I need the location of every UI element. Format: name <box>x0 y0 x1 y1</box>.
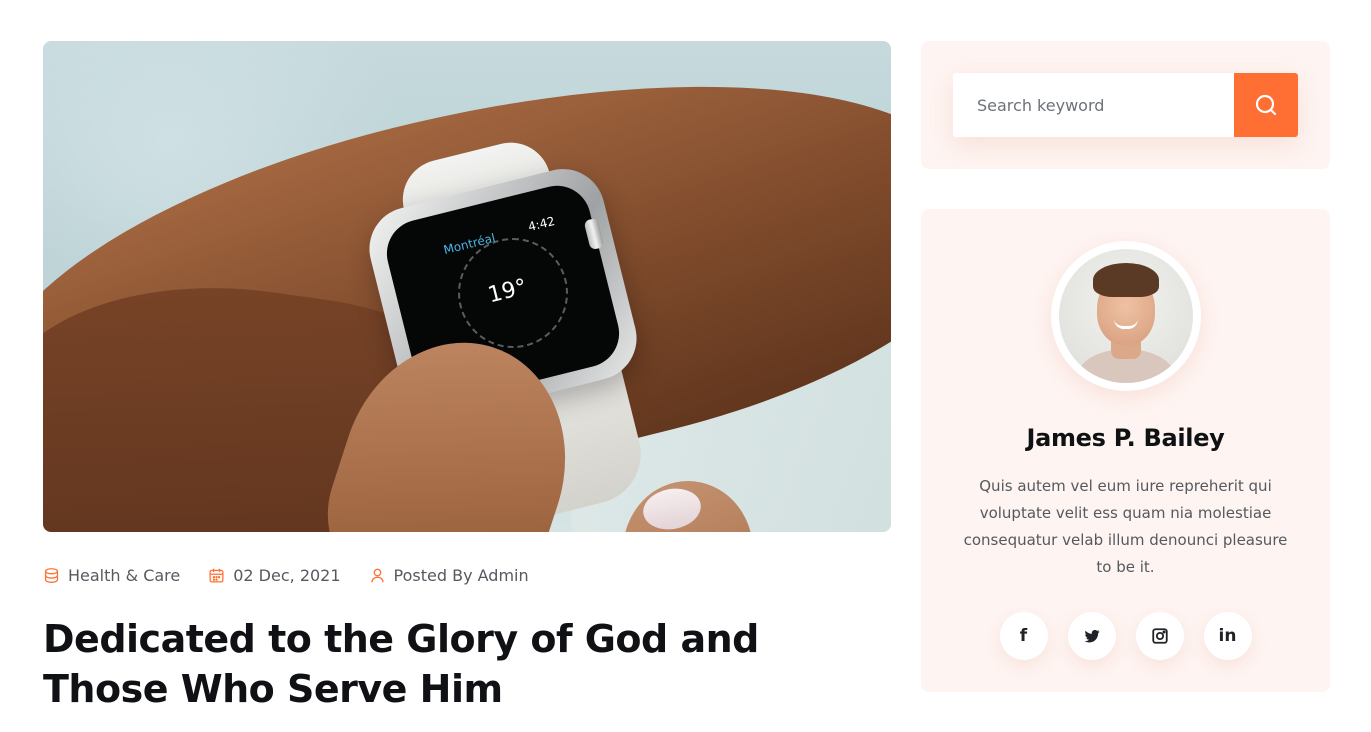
post-author[interactable]: Posted By Admin <box>369 566 529 585</box>
user-icon <box>370 568 384 583</box>
calendar-icon <box>209 568 224 583</box>
linkedin-icon: in <box>1218 626 1237 646</box>
post-category[interactable]: Health & Care <box>43 566 180 585</box>
post-title[interactable]: Dedicated to the Glory of God and Those … <box>43 614 883 714</box>
post-date-label: 02 Dec, 2021 <box>233 566 341 585</box>
twitter-link[interactable] <box>1067 612 1116 660</box>
search-input[interactable] <box>953 73 1234 137</box>
avatar <box>1059 249 1193 383</box>
post-author-label: Posted By Admin <box>393 566 529 585</box>
facebook-icon: f <box>1019 626 1028 646</box>
search-form <box>953 73 1298 137</box>
blog-post-page: Montréal 4:42 19° Health & Care 02 Dec, … <box>0 0 1371 732</box>
author-widget: James P. Bailey Quis autem vel eum iure … <box>921 209 1330 692</box>
category-icon <box>44 568 59 583</box>
post-meta: Health & Care 02 Dec, 2021 Posted By Adm… <box>43 566 557 585</box>
social-links: f in <box>921 612 1330 660</box>
featured-image[interactable]: Montréal 4:42 19° <box>43 41 891 532</box>
instagram-icon <box>1151 628 1168 644</box>
twitter-icon <box>1084 629 1099 643</box>
avatar-hair <box>1093 263 1159 297</box>
search-icon <box>1255 94 1277 116</box>
instagram-link[interactable] <box>1135 612 1184 660</box>
post-date: 02 Dec, 2021 <box>208 566 341 585</box>
search-widget <box>921 41 1330 169</box>
avatar-frame <box>1051 241 1201 391</box>
linkedin-link[interactable]: in <box>1203 612 1252 660</box>
post-category-label: Health & Care <box>68 566 181 585</box>
search-button[interactable] <box>1234 73 1298 137</box>
author-name: James P. Bailey <box>1026 424 1225 452</box>
author-bio: Quis autem vel eum iure repreherit qui v… <box>963 477 1288 576</box>
facebook-link[interactable]: f <box>999 612 1048 660</box>
